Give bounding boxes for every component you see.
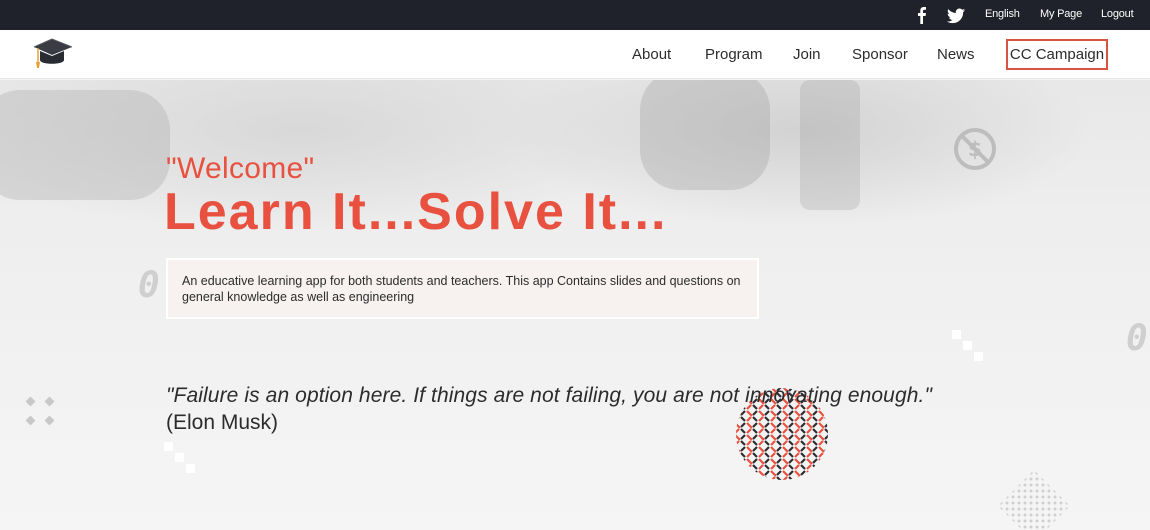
background-pole	[800, 80, 860, 210]
pixel-steps-icon	[952, 330, 983, 361]
top-bar: English My Page Logout	[0, 0, 1150, 30]
app-description: An educative learning app for both stude…	[166, 258, 759, 319]
welcome-text: "Welcome"	[166, 152, 315, 185]
my-page-link[interactable]: My Page	[1040, 8, 1082, 20]
nav-about[interactable]: About	[632, 46, 671, 63]
zero-glyph-icon: 0	[138, 265, 160, 306]
hero-headline: Learn It...Solve It...	[164, 183, 668, 241]
hero-quote: "Failure is an option here. If things ar…	[166, 384, 932, 407]
nav-news[interactable]: News	[937, 46, 975, 63]
zero-glyph-icon: 0	[1126, 318, 1148, 359]
quote-author: (Elon Musk)	[166, 411, 279, 434]
cc-campaign-button[interactable]: CC Campaign	[1006, 39, 1108, 70]
svg-text:$: $	[968, 137, 982, 161]
background-shoe-left	[0, 90, 170, 200]
language-link[interactable]: English	[985, 8, 1020, 20]
nav-sponsor[interactable]: Sponsor	[852, 46, 908, 63]
logout-link[interactable]: Logout	[1101, 8, 1134, 20]
graduation-cap-logo-icon[interactable]	[28, 32, 76, 74]
cross-decoration-icon	[25, 396, 55, 426]
nav-join[interactable]: Join	[793, 46, 821, 63]
twitter-icon[interactable]	[947, 8, 965, 24]
no-dollar-icon: $	[954, 128, 996, 170]
pixel-steps-icon	[164, 442, 195, 473]
main-navbar: About Program Join Sponsor News CC Campa…	[0, 30, 1150, 79]
background-shoe-right	[640, 80, 770, 190]
dotted-diamond-icon	[998, 470, 1070, 530]
facebook-icon[interactable]	[914, 6, 928, 24]
nav-program[interactable]: Program	[705, 46, 763, 63]
